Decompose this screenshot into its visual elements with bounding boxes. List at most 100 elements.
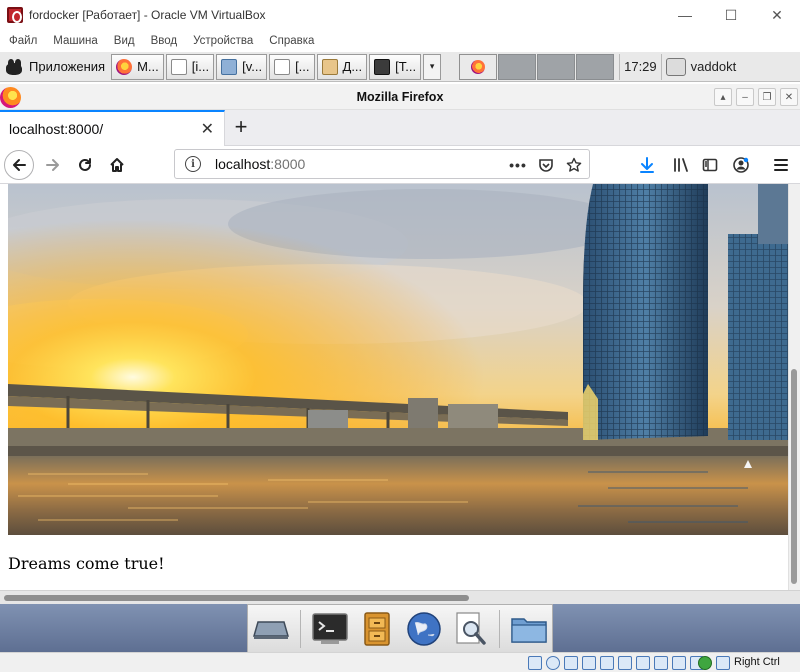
- url-bar[interactable]: i localhost:8000 •••: [174, 149, 590, 179]
- host-title-bar: fordocker [Работает] - Oracle VM Virtual…: [0, 0, 800, 30]
- shared-folders-icon[interactable]: [618, 656, 632, 670]
- info-icon[interactable]: i: [185, 156, 201, 172]
- host-menu-bar: Файл Машина Вид Ввод Устройства Справка: [0, 30, 800, 52]
- shade-button[interactable]: ▴: [714, 88, 732, 106]
- usb-icon[interactable]: [600, 656, 614, 670]
- arrow-left-icon: [13, 159, 26, 171]
- bookmark-star-icon[interactable]: [563, 154, 585, 176]
- close-button[interactable]: ✕: [754, 0, 800, 30]
- taskbar-item-label: [i...: [191, 59, 210, 74]
- file-manager-icon: [321, 58, 338, 75]
- ff-close-button[interactable]: ✕: [780, 88, 798, 106]
- url-text[interactable]: localhost:8000: [215, 156, 305, 172]
- page-actions-icon[interactable]: •••: [507, 154, 529, 176]
- menu-machine[interactable]: Машина: [53, 35, 98, 47]
- taskbar-item-label: [...: [295, 59, 310, 74]
- applications-menu[interactable]: Приложения: [0, 52, 109, 82]
- host-status-bar: Right Ctrl: [0, 652, 800, 672]
- display-icon[interactable]: [636, 656, 650, 670]
- file-cabinet-launcher[interactable]: [359, 609, 396, 649]
- taskbar-item-terminal[interactable]: [Т...: [369, 53, 422, 80]
- menu-input[interactable]: Ввод: [151, 35, 178, 47]
- close-tab-icon[interactable]: ✕: [201, 119, 214, 139]
- video-capture-icon[interactable]: [654, 656, 668, 670]
- workspace-2[interactable]: [498, 53, 537, 80]
- dock-separator: [499, 609, 500, 648]
- host-window-title: fordocker [Работает] - Oracle VM Virtual…: [29, 8, 266, 22]
- taskbar-item-folder[interactable]: [v...: [216, 53, 268, 80]
- optical-drive-icon[interactable]: [546, 656, 560, 670]
- hard-disk-icon[interactable]: [528, 656, 542, 670]
- workspace-3[interactable]: [537, 53, 576, 80]
- new-tab-button[interactable]: +: [230, 114, 252, 140]
- taskbar-item-file-manager[interactable]: Д...: [316, 53, 368, 80]
- library-button[interactable]: [666, 150, 696, 180]
- tab-localhost[interactable]: localhost:8000/ ✕: [0, 110, 225, 146]
- search-launcher[interactable]: [452, 609, 489, 649]
- dock: [247, 604, 553, 652]
- applications-label: Приложения: [29, 59, 106, 74]
- user-name: vaddokt: [690, 59, 737, 74]
- reload-icon: [79, 158, 91, 171]
- user-avatar-icon: [665, 57, 686, 76]
- folder-icon: [221, 58, 238, 75]
- ff-maximize-button[interactable]: ❐: [758, 88, 776, 106]
- downloads-button[interactable]: [632, 150, 662, 180]
- network-icon[interactable]: [582, 656, 596, 670]
- taskbar-item-editor[interactable]: [i...: [165, 53, 215, 80]
- firefox-window-title: Mozilla Firefox: [356, 89, 444, 104]
- back-button[interactable]: [4, 150, 34, 180]
- menu-devices[interactable]: Устройства: [193, 35, 253, 47]
- workspace-1[interactable]: [459, 53, 498, 80]
- menu-file[interactable]: Файл: [9, 35, 37, 47]
- ff-minimize-button[interactable]: ‒: [736, 88, 754, 106]
- menu-button[interactable]: [766, 150, 796, 180]
- menu-help[interactable]: Справка: [269, 35, 314, 47]
- horizontal-scroll-thumb[interactable]: [4, 595, 469, 601]
- account-button[interactable]: [726, 150, 756, 180]
- user-menu[interactable]: vaddokt: [662, 57, 741, 76]
- maximize-button[interactable]: ☐: [708, 0, 754, 30]
- text-editor-icon: [170, 58, 187, 75]
- taskbar-item-firefox[interactable]: М...: [111, 53, 164, 80]
- vertical-scroll-thumb[interactable]: [791, 369, 797, 584]
- cpu-icon[interactable]: [672, 656, 686, 670]
- firefox-icon: [471, 59, 486, 74]
- guest-additions-icon[interactable]: [698, 656, 712, 670]
- panel-clock[interactable]: 17:29: [619, 53, 662, 80]
- forward-button[interactable]: [38, 150, 68, 180]
- page-caption: Dreams come true!: [8, 554, 165, 573]
- workspace-4[interactable]: [576, 53, 615, 80]
- show-desktop-launcher[interactable]: [252, 609, 290, 649]
- dock-separator: [300, 609, 301, 648]
- menu-view[interactable]: Вид: [114, 35, 135, 47]
- tab-title: localhost:8000/: [9, 121, 104, 137]
- folder-launcher[interactable]: [510, 609, 548, 649]
- document-icon: [274, 58, 291, 75]
- minimize-button[interactable]: —: [662, 0, 708, 30]
- terminal-launcher[interactable]: [311, 609, 349, 649]
- taskbar-item-label: Д...: [342, 59, 363, 74]
- home-button[interactable]: [102, 150, 132, 180]
- city-sunset-photo: [8, 184, 788, 535]
- taskbar-item-label: [Т...: [395, 59, 417, 74]
- hero-image: [8, 184, 788, 535]
- taskbar-item-document[interactable]: [...: [269, 53, 315, 80]
- hamburger-icon: [774, 159, 788, 171]
- download-icon: [640, 157, 654, 173]
- firefox-title-bar: Mozilla Firefox ▴ ‒ ❐ ✕: [0, 84, 800, 110]
- web-browser-launcher[interactable]: [406, 609, 443, 649]
- taskbar-overflow-button[interactable]: ▾: [423, 53, 442, 80]
- firefox-logo-icon: [0, 87, 21, 108]
- globe-icon: [407, 611, 441, 646]
- horizontal-scrollbar[interactable]: [0, 590, 800, 604]
- file-cabinet-icon: [364, 611, 391, 646]
- sidebar-button[interactable]: [695, 150, 725, 180]
- audio-icon[interactable]: [564, 656, 578, 670]
- keyboard-capture-icon[interactable]: [716, 656, 730, 670]
- firefox-icon: [116, 58, 133, 75]
- reload-button[interactable]: [70, 150, 100, 180]
- vertical-scrollbar[interactable]: [788, 184, 800, 590]
- library-icon: [674, 158, 688, 172]
- pocket-icon[interactable]: [535, 154, 557, 176]
